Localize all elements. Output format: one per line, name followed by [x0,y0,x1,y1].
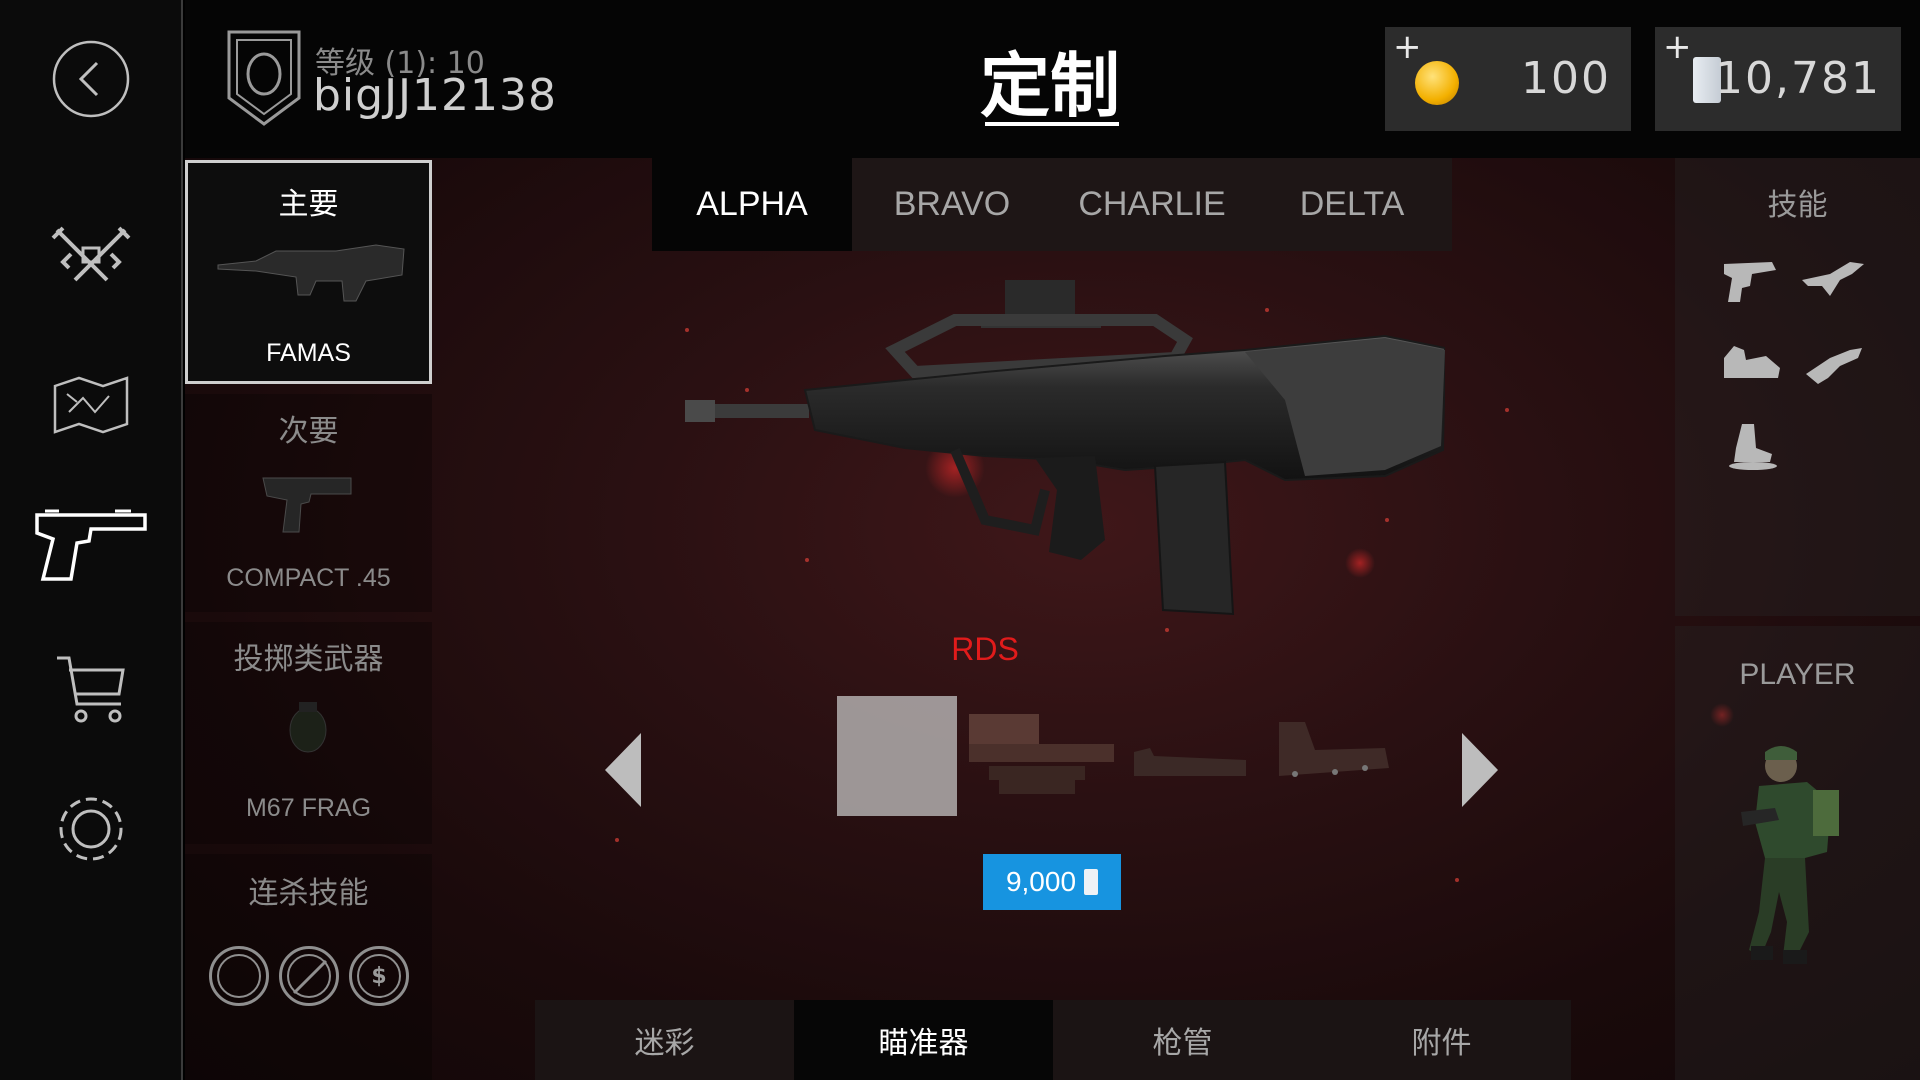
slot-primary-header: 主要 [278,187,339,222]
attachment-price: 9,000 [1005,866,1077,897]
rank-badge-icon [227,30,301,126]
eagle-icon [1802,262,1864,296]
skill-backpack[interactable] [1720,338,1786,388]
buy-attachment-button[interactable]: 9,000 [983,854,1121,910]
coin-icon [1415,61,1459,105]
killstreak-dollar-button[interactable]: $ [349,946,409,1006]
attachment-option-mount[interactable] [1130,696,1250,816]
cash-icon [1084,869,1099,895]
backpack-icon [1724,346,1780,378]
pistol-icon [34,509,147,581]
gun-swap-icon [1806,348,1862,384]
tab-bravo[interactable]: BRAVO [852,158,1052,251]
cart-icon [56,656,125,723]
nav-item-map[interactable] [0,364,181,444]
skills-header: 技能 [1767,188,1828,223]
attachment-name: RDS [951,631,1019,667]
tab-delta[interactable]: DELTA [1252,158,1452,251]
holographic-sight-icon [969,714,1114,794]
gun-icon [1724,262,1776,302]
weapon-preview-famas [685,280,1445,616]
slot-killstreak-header: 连杀技能 [248,876,369,911]
gear-icon [59,797,122,861]
previous-attachment-arrow[interactable] [605,733,641,807]
ember-spark [1505,408,1509,412]
attachment-category-tabs: 迷彩 瞄准器 枪管 附件 [535,1000,1571,1080]
nav-rail [0,0,183,1080]
add-cash-icon: + [1663,27,1692,67]
famas-thumbnail-icon [217,244,405,302]
tab-camo[interactable]: 迷彩 [535,1000,794,1080]
rail-mount-icon [1134,748,1246,776]
ember-spark [1165,628,1169,632]
cash-balance-button[interactable]: + 10,781 [1655,27,1901,131]
drone-icon [217,954,261,998]
slot-secondary[interactable]: 次要 COMPACT .45 [185,394,432,612]
grenade-thumbnail-icon [289,702,327,753]
weapon-slots: 主要 FAMAS 次要 COMPACT .45 投掷类武器 M67 FRAG 连… [185,158,432,1080]
player-username: bigJJ12138 [313,70,558,121]
attachment-option-holographic[interactable] [969,696,1114,816]
slot-throwable[interactable]: 投掷类武器 M67 FRAG [185,622,432,844]
attachment-option-empty[interactable] [837,696,957,816]
title-underline [985,122,1119,126]
red-dot-sight-icon [1279,722,1389,777]
killstreak-no-drone-button[interactable] [279,946,339,1006]
back-icon [52,40,129,118]
cash-amount: 10,781 [1715,53,1881,104]
skills-panel: 技能 [1675,158,1920,616]
skill-gun[interactable] [1720,256,1786,306]
nav-item-weapons[interactable] [0,498,181,588]
killstreak-drone-button[interactable] [209,946,269,1006]
tab-alpha[interactable]: ALPHA [652,158,852,251]
coins-amount: 100 [1521,53,1611,104]
nav-item-settings[interactable] [0,784,181,874]
header-bar: 等级 (1): 10 bigJJ12138 定制 + 100 + 10,781 [185,0,1920,158]
page-title: 定制 [980,45,1120,127]
slot-killstreak: 连杀技能 $ [185,854,432,1080]
slot-secondary-header: 次要 [278,414,339,449]
next-attachment-arrow[interactable] [1462,733,1498,807]
slot-primary-weapon: FAMAS [266,339,351,367]
back-button[interactable] [0,36,181,122]
tab-barrel[interactable]: 枪管 [1053,1000,1312,1080]
player-header: PLAYER [1739,658,1856,691]
player-panel[interactable]: PLAYER [1675,626,1920,1080]
tab-charlie[interactable]: CHARLIE [1052,158,1252,251]
slot-throwable-header: 投掷类武器 [233,642,384,677]
tab-accessories[interactable]: 附件 [1312,1000,1571,1080]
coins-balance-button[interactable]: + 100 [1385,27,1631,131]
nav-item-multiplayer[interactable] [0,216,181,296]
skill-boot[interactable] [1720,420,1786,470]
add-coins-icon: + [1393,27,1422,67]
skill-eagle[interactable] [1800,256,1866,306]
pistol-thumbnail-icon [262,477,352,533]
slot-throwable-weapon: M67 FRAG [245,794,372,822]
tab-sights[interactable]: 瞄准器 [794,1000,1053,1080]
map-icon [53,376,128,434]
nav-item-store[interactable] [0,648,181,732]
customize-scene: 主要 FAMAS 次要 COMPACT .45 投掷类武器 M67 FRAG 连… [185,158,1920,1080]
soldier-avatar [1741,746,1839,964]
boot-icon [1729,424,1777,470]
ember-spark [1455,878,1459,882]
slot-primary[interactable]: 主要 FAMAS [185,160,432,384]
slot-secondary-weapon: COMPACT .45 [226,564,391,592]
slash-icon [292,959,328,995]
attachment-option-red-dot[interactable] [1275,696,1395,816]
ember-spark [615,838,619,842]
skill-gun-swap[interactable] [1800,338,1866,388]
dollar-icon: $ [357,954,401,998]
loadout-tabs: ALPHA BRAVO CHARLIE DELTA [652,158,1452,251]
crossed-guns-icon [51,226,130,282]
